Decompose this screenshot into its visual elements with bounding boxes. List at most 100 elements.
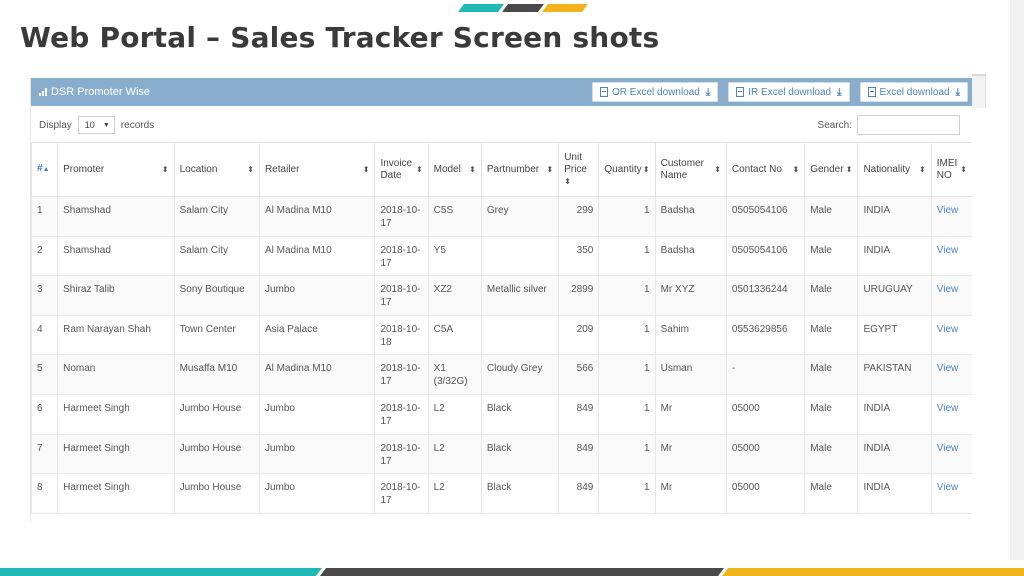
cell-model: C5S xyxy=(427,196,482,237)
cell-model: L2 xyxy=(427,473,482,514)
cell-quantity: 1 xyxy=(598,354,656,395)
column-header-gender[interactable]: Gender ⬍ xyxy=(804,142,859,197)
cell-partnumber: Cloudy Grey xyxy=(480,354,560,395)
cell-unit-price: 849 xyxy=(558,433,600,475)
cell-imei-no: View xyxy=(930,235,972,277)
sort-icon: ⬍ xyxy=(714,164,721,174)
view-imei-link[interactable]: View xyxy=(937,284,959,295)
dsr-panel: DSR Promoter Wise OR Excel download ⤓ IR… xyxy=(30,78,972,522)
cell-contact-no: 05000 xyxy=(725,433,806,475)
column-header-contact-no[interactable]: Contact No ⬍ xyxy=(725,142,806,197)
ir-excel-download-button[interactable]: IR Excel download ⤓ xyxy=(728,82,850,102)
cell-gender: Male xyxy=(804,196,859,237)
view-imei-link[interactable]: View xyxy=(937,324,959,335)
view-imei-link[interactable]: View xyxy=(937,482,959,493)
view-imei-link[interactable]: View xyxy=(937,245,959,256)
column-label: Retailer xyxy=(264,163,300,175)
view-imei-link[interactable]: View xyxy=(937,443,959,454)
header-stripes-decoration xyxy=(458,4,588,12)
cell-contact-no: 0505054106 xyxy=(725,196,806,237)
cell-promoter: Shamshad xyxy=(57,196,175,237)
cell-invoice-date: 2018-10-17 xyxy=(374,354,429,395)
cell-quantity: 1 xyxy=(598,314,656,356)
button-label: OR Excel download xyxy=(612,86,700,98)
cell-promoter: Noman xyxy=(57,354,175,395)
cell-contact-no: 0505054106 xyxy=(725,235,806,277)
cell-gender: Male xyxy=(804,275,859,316)
cell-model: XZ2 xyxy=(427,275,482,316)
sort-icon: ⬍ xyxy=(161,164,169,174)
cell-unit-price: 566 xyxy=(558,354,600,395)
panel-header: DSR Promoter Wise OR Excel download ⤓ IR… xyxy=(31,78,972,106)
cell-contact-no: - xyxy=(725,354,806,395)
display-control: Display 10 ▼ records xyxy=(39,116,154,134)
cell-index: 4 xyxy=(31,314,59,356)
records-per-page-value: 10 xyxy=(84,120,95,130)
cell-invoice-date: 2018-10-17 xyxy=(374,433,429,475)
cell-nationality: EGYPT xyxy=(857,314,932,356)
cell-quantity: 1 xyxy=(598,433,656,475)
cell-customer-name: Mr xyxy=(654,393,727,435)
panel-title-text: DSR Promoter Wise xyxy=(51,86,151,98)
column-header-location[interactable]: Location ⬍ xyxy=(173,142,260,197)
column-header-quantity[interactable]: Quantity ⬍ xyxy=(598,142,656,197)
table-row: 5 Noman Musaffa M10 Al Madina M10 2018-10-17… xyxy=(31,354,972,395)
edge-panel xyxy=(972,76,986,108)
column-header-promoter[interactable]: Promoter ⬍ xyxy=(57,142,175,197)
cell-invoice-date: 2018-10-18 xyxy=(374,314,429,356)
cell-partnumber: Black xyxy=(480,393,560,435)
cell-invoice-date: 2018-10-17 xyxy=(374,235,429,277)
cell-partnumber: Grey xyxy=(480,196,560,237)
cell-gender: Male xyxy=(804,314,859,356)
or-excel-download-button[interactable]: OR Excel download ⤓ xyxy=(592,82,719,102)
cell-unit-price: 2899 xyxy=(558,275,600,316)
display-label: Display xyxy=(39,119,72,131)
cell-imei-no: View xyxy=(930,275,972,316)
sort-icon: ⬍ xyxy=(362,164,370,174)
table-row: 8 Harmeet Singh Jumbo House Jumbo 2018-10-17… xyxy=(31,473,972,514)
view-imei-link[interactable]: View xyxy=(937,205,959,216)
cell-location: Salam City xyxy=(173,196,260,237)
view-imei-link[interactable]: View xyxy=(937,403,959,414)
column-header-nationality[interactable]: Nationality ⬍ xyxy=(857,142,932,197)
cell-customer-name: Mr XYZ xyxy=(654,275,727,316)
column-header-customer-name[interactable]: Customer Name ⬍ xyxy=(654,142,727,197)
cell-model: Y5 xyxy=(427,235,482,277)
cell-partnumber: Metallic silver xyxy=(480,275,560,316)
cell-promoter: Shiraz Talib xyxy=(57,275,175,316)
cell-unit-price: 209 xyxy=(558,314,600,356)
table-controls: Display 10 ▼ records Search: xyxy=(31,106,972,142)
view-imei-link[interactable]: View xyxy=(937,363,959,374)
column-header-partnumber[interactable]: Partnumber ⬍ xyxy=(480,142,560,197)
column-header-index[interactable]: #▲ xyxy=(31,142,59,197)
search-input[interactable] xyxy=(857,115,960,135)
cell-invoice-date: 2018-10-17 xyxy=(374,196,429,237)
cell-model: L2 xyxy=(427,393,482,435)
cell-model: X1 (3/32G) xyxy=(427,354,482,395)
excel-download-button[interactable]: Excel download ⤓ xyxy=(859,82,968,102)
cell-nationality: INDIA xyxy=(857,235,932,277)
table-row: 4 Ram Narayan Shah Town Center Asia Palace 2… xyxy=(31,314,972,356)
cell-retailer: Al Madina M10 xyxy=(258,196,376,237)
cell-promoter: Ram Narayan Shah xyxy=(57,314,175,356)
column-header-retailer[interactable]: Retailer ⬍ xyxy=(258,142,376,197)
cell-customer-name: Badsha xyxy=(654,196,727,237)
sort-icon: ⬍ xyxy=(792,164,800,174)
slide-title: Web Portal – Sales Tracker Screen shots xyxy=(20,21,660,54)
cell-imei-no: View xyxy=(930,473,972,514)
cell-unit-price: 849 xyxy=(558,473,600,514)
sort-icon: ⬍ xyxy=(845,164,853,174)
column-header-unit-price[interactable]: Unit Price ⬍ xyxy=(558,142,600,197)
column-header-model[interactable]: Model ⬍ xyxy=(427,142,482,197)
cell-retailer: Jumbo xyxy=(258,473,376,514)
cell-location: Jumbo House xyxy=(173,433,260,475)
cell-nationality: INDIA xyxy=(857,473,932,514)
column-header-imei-no[interactable]: IMEI NO ⬍ xyxy=(930,142,972,197)
sort-icon: ⬍ xyxy=(960,164,967,174)
cell-imei-no: View xyxy=(930,393,972,435)
sort-asc-icon: ▲ xyxy=(42,166,50,173)
records-per-page-select[interactable]: 10 ▼ xyxy=(77,116,115,134)
column-header-invoice-date[interactable]: Invoice Date ⬍ xyxy=(374,142,429,197)
cell-contact-no: 05000 xyxy=(725,393,806,435)
cell-partnumber xyxy=(480,235,560,277)
